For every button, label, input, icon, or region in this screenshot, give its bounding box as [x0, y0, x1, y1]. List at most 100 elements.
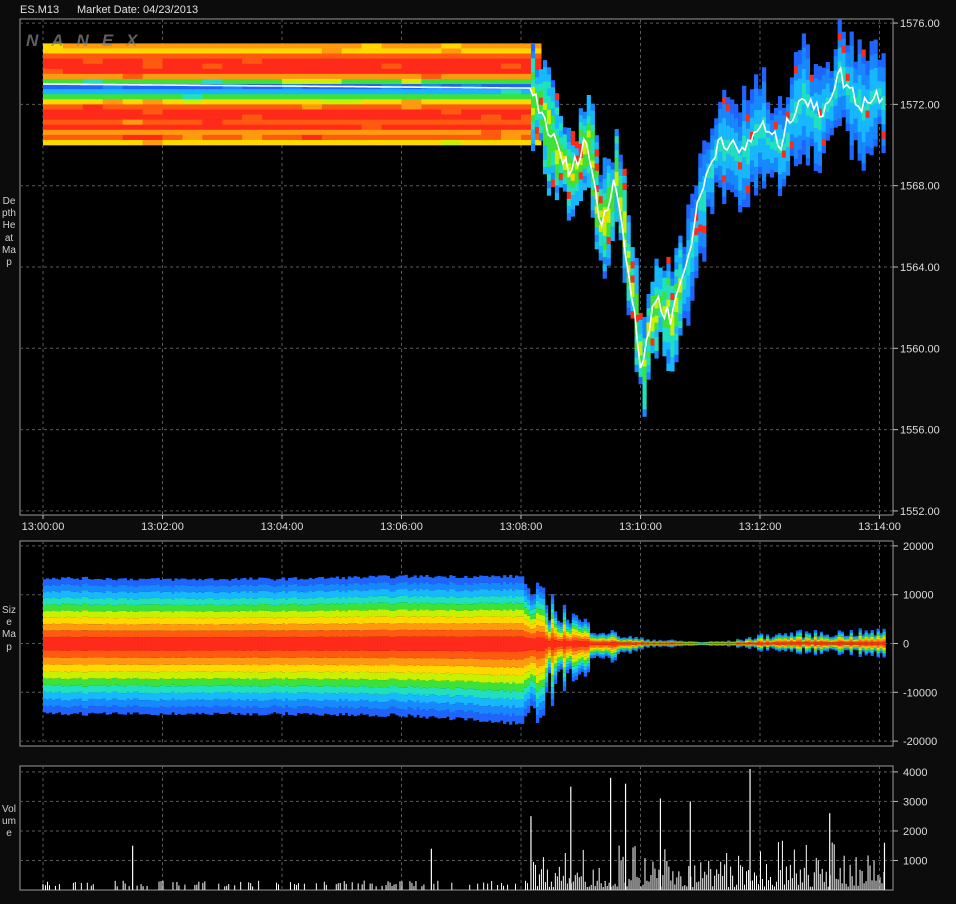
size-band-cell	[416, 617, 420, 624]
size-band-cell	[252, 699, 256, 707]
heat-cell	[441, 104, 462, 110]
size-band-cell	[485, 623, 489, 630]
heat-cell	[881, 110, 886, 118]
heat-cell	[586, 173, 591, 181]
size-band-cell	[404, 588, 408, 596]
size-band-cell	[410, 603, 414, 611]
heat-cell	[718, 173, 723, 181]
size-band-cell	[147, 678, 151, 686]
size-band-cell	[279, 624, 283, 631]
size-band-cell	[123, 623, 127, 631]
size-band-cell	[135, 664, 139, 672]
size-band-cell	[341, 630, 346, 637]
size-band-cell	[317, 650, 322, 658]
size-band-cell	[386, 687, 390, 695]
size-band-cell	[216, 650, 220, 658]
size-band-cell	[162, 693, 166, 701]
heat-cell	[789, 91, 795, 100]
size-band-cell	[299, 585, 304, 592]
size-band-cell	[365, 707, 369, 715]
heat-cell	[281, 48, 303, 54]
size-band-cell	[102, 657, 107, 665]
heat-cell	[102, 104, 124, 110]
size-band-cell	[228, 705, 232, 713]
size-band-cell	[249, 617, 253, 624]
size-band-cell	[494, 674, 498, 683]
size-band-cell	[237, 650, 241, 658]
size-band-cell	[287, 591, 292, 598]
size-band-cell	[311, 585, 316, 592]
size-band-cell	[488, 610, 492, 617]
heat-cell	[869, 62, 874, 70]
heat-cell	[821, 67, 826, 76]
size-band-cell	[45, 685, 50, 693]
size-band-cell	[72, 643, 77, 651]
size-band-cell	[195, 678, 199, 686]
heat-cell	[734, 153, 739, 162]
heat-cell	[825, 133, 830, 141]
size-band-cell	[311, 591, 316, 599]
size-band-cell	[99, 643, 104, 651]
size-band-cell	[111, 592, 116, 600]
size-band-cell	[126, 671, 130, 679]
heat-cell	[142, 109, 164, 115]
heat-cell	[566, 149, 572, 157]
heat-cell	[401, 109, 422, 115]
size-band-cell	[443, 680, 447, 689]
heat-cell	[710, 178, 715, 186]
heat-cell	[606, 229, 611, 238]
heat-cell	[801, 147, 807, 155]
size-band-cell	[458, 617, 462, 624]
size-band-cell	[222, 643, 226, 651]
size-band-cell	[249, 603, 253, 611]
heat-cell	[481, 124, 502, 131]
size-band-cell	[126, 678, 130, 685]
heat-cell	[845, 52, 850, 60]
size-band-cell	[81, 616, 86, 624]
heat-cell	[722, 175, 727, 183]
size-band-cell	[150, 672, 154, 680]
size-band-cell	[162, 637, 166, 644]
size-band-cell	[509, 659, 513, 668]
heat-cell	[813, 64, 818, 72]
size-band-cell	[237, 692, 241, 700]
size-band-cell	[356, 616, 360, 624]
heat-cell	[461, 134, 482, 141]
heat-cell	[554, 121, 560, 130]
size-band-cell	[383, 672, 387, 681]
size-band-cell	[180, 610, 184, 618]
size-band-cell	[138, 707, 142, 715]
size-band-cell	[87, 630, 92, 638]
size-band-cell	[356, 623, 360, 631]
size-band-cell	[395, 590, 399, 597]
heat-cell	[301, 139, 323, 146]
heat-cell	[837, 19, 842, 27]
heat-cell	[833, 120, 838, 128]
size-band-cell	[174, 664, 178, 673]
heat-cell	[805, 44, 811, 52]
heat-cell	[813, 71, 818, 79]
size-band-cell	[120, 591, 124, 598]
size-band-cell	[198, 657, 202, 665]
size-band-cell	[470, 597, 474, 605]
size-band-cell	[293, 597, 298, 604]
size-band-cell	[449, 674, 453, 682]
size-band-cell	[165, 585, 169, 592]
size-band-cell	[123, 617, 127, 624]
size-band-cell	[72, 611, 77, 618]
size-band-cell	[57, 698, 62, 706]
size-band-cell	[476, 590, 480, 597]
heat-cell	[793, 94, 799, 103]
heat-cell	[718, 158, 723, 167]
size-band-cell	[305, 611, 310, 618]
size-band-cell	[117, 692, 121, 701]
size-band-cell	[195, 691, 199, 699]
size-band-cell	[84, 630, 89, 637]
size-band-cell	[380, 582, 384, 589]
size-band-cell	[192, 630, 196, 638]
size-band-cell	[284, 657, 289, 665]
size-band-cell	[389, 630, 393, 637]
heat-cell	[461, 89, 482, 95]
size-band-cell	[422, 623, 426, 631]
size-band-cell	[446, 591, 450, 598]
